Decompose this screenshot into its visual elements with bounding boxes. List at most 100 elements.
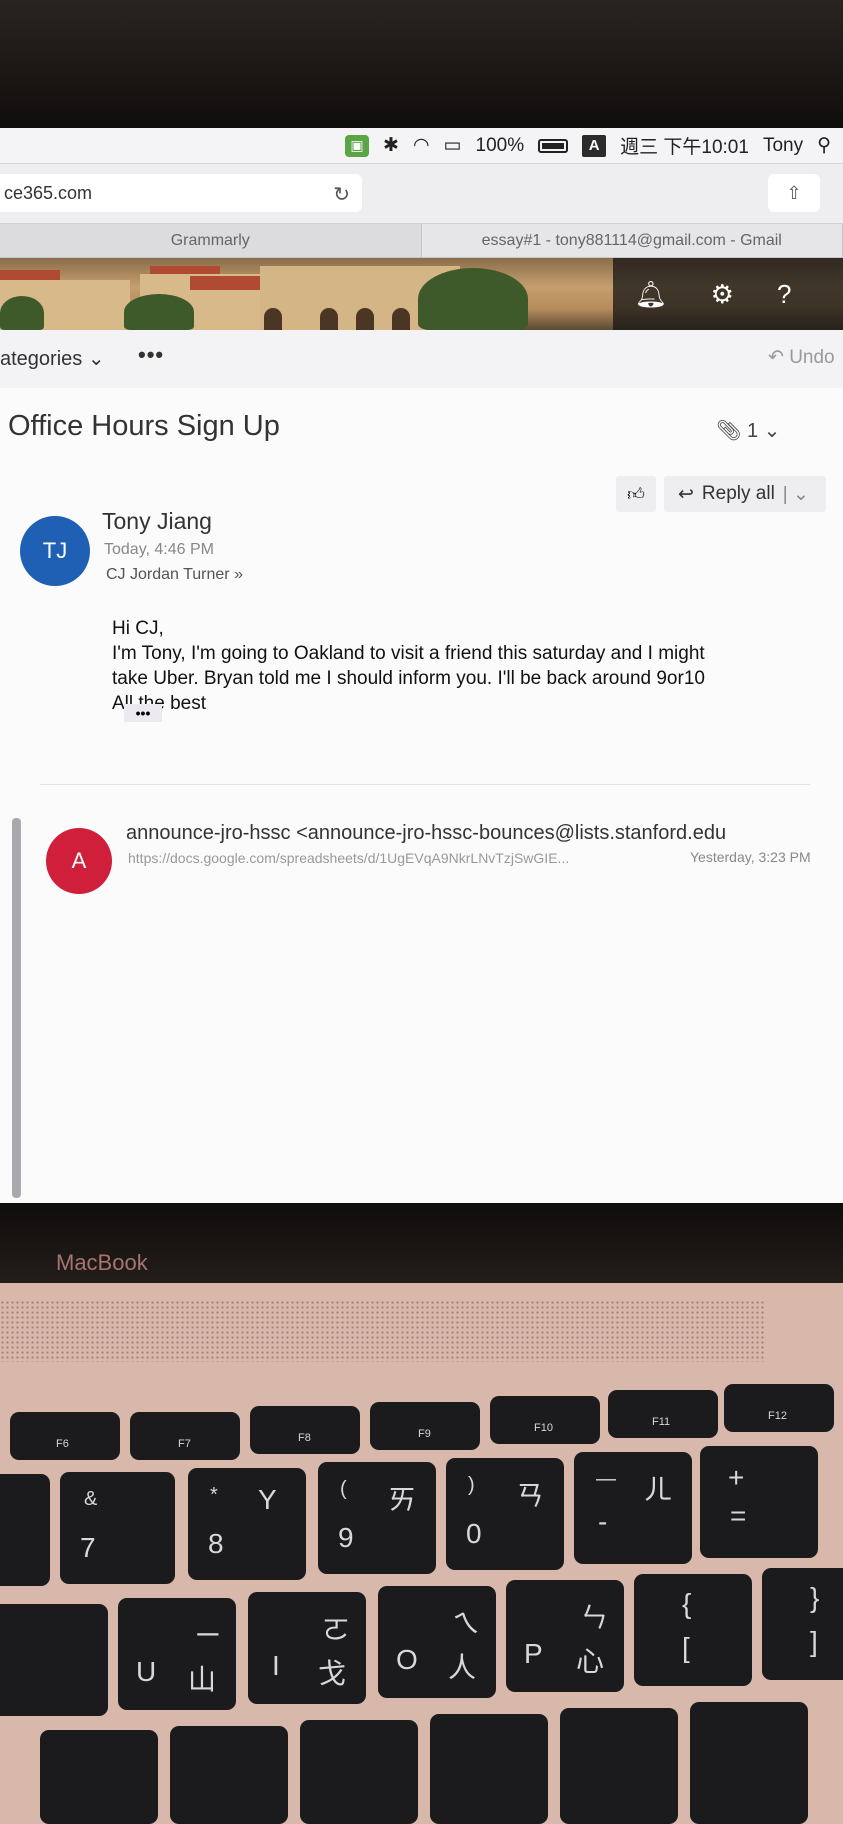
attachment-indicator[interactable]: 📎︎ 1 ⌄ [716,418,780,443]
key-semicolon[interactable] [560,1708,678,1824]
key-zhuyin-label: ㄣ [580,1602,609,1633]
input-source-icon[interactable]: A [582,134,607,157]
message-time: Today, 4:46 PM [104,541,214,558]
key-equals[interactable]: + = [700,1446,818,1558]
key-h[interactable] [40,1730,158,1824]
f10-key[interactable]: F10 [490,1396,600,1444]
menubar-clock[interactable]: 週三 下午10:01 [620,132,749,159]
more-actions-button[interactable]: ••• [138,342,164,368]
screen-bezel [0,0,843,130]
key-label: F10 [534,1422,553,1434]
bluetooth-icon[interactable]: ✱ [383,134,399,158]
sender-name[interactable]: Tony Jiang [102,508,212,535]
f9-key[interactable]: F9 [370,1402,480,1450]
chevron-down-icon: ⌄ [87,348,105,370]
key-label: - [598,1506,608,1537]
key-p[interactable]: P ㄣ心 [506,1580,624,1692]
battery-icon[interactable] [538,138,569,153]
tab-gmail[interactable]: essay#1 - tony881114@gmail.com - Gmail [421,224,843,257]
body-line: I'm Tony, I'm going to Oakland to visit … [112,643,705,664]
scrollbar[interactable] [12,818,21,1198]
key-7[interactable]: & 7 [60,1472,175,1584]
key-i[interactable]: I ㄛ戈 [248,1592,366,1704]
outlook-header-banner: 🔔︎ ⚙ ? [0,258,843,330]
browser-toolbar: ce365.com ↻ ⇧ [0,164,843,224]
key-shift-label: ) [468,1474,475,1496]
body-line: All the best [112,693,206,714]
key-label: O [396,1644,418,1675]
key-label: 8 [208,1528,224,1559]
key-6[interactable] [0,1474,50,1586]
key-j[interactable] [170,1726,288,1824]
key-label: F7 [178,1438,191,1450]
key-zhuyin-label: ㄢ [516,1480,545,1511]
mac-menubar: ▣ ✱ ◠ ▭ 100% A 週三 下午10:01 Tony ⚲ [0,128,843,164]
battery-percent[interactable]: 100% [476,135,525,157]
spotlight-search-icon[interactable]: ⚲ [817,134,831,158]
f6-key[interactable]: F6 [10,1412,120,1460]
collapsed-message-preview[interactable]: https://docs.google.com/spreadsheets/d/1… [128,850,569,866]
menubar-user[interactable]: Tony [763,135,803,157]
key-u[interactable]: U ㄧ山 [118,1598,236,1710]
key-right-bracket[interactable]: }] [762,1568,843,1680]
undo-icon: ↶ [768,347,784,368]
tab-grammarly[interactable]: Grammarly [0,224,422,257]
key-minus[interactable]: — - ㄦ [574,1452,692,1564]
undo-button[interactable]: ↶ Undo [768,346,835,369]
message-divider [40,784,810,785]
attachment-count: 1 [746,420,759,442]
key-8[interactable]: * 8 Y [188,1468,306,1580]
expand-recipients-icon: » [234,566,243,583]
key-quote[interactable] [690,1702,808,1824]
email-subject: Office Hours Sign Up [8,410,280,442]
key-y[interactable] [0,1604,108,1716]
wifi-icon[interactable]: ◠ [413,134,430,158]
bell-icon[interactable]: 🔔︎ [635,279,668,310]
f8-key[interactable]: F8 [250,1406,360,1454]
key-left-bracket[interactable]: {[ [634,1574,752,1686]
url-text: ce365.com [4,182,93,203]
gear-icon[interactable]: ⚙ [711,279,734,310]
key-k[interactable] [300,1720,418,1824]
reading-pane: Office Hours Sign Up 📎︎ 1 ⌄ TJ Tony Jian… [0,388,843,1203]
reload-icon[interactable]: ↻ [333,182,350,207]
help-icon[interactable]: ? [777,279,791,310]
laptop-brand: MacBook [56,1250,148,1275]
reply-all-button[interactable]: ↩ Reply all | ⌄ [664,476,826,512]
key-9[interactable]: (9 ㄞ [318,1462,436,1574]
paperclip-icon: 📎︎ [716,420,742,442]
share-button[interactable]: ⇧ [768,174,820,212]
key-zhuyin-label: ㄧ [194,1620,223,1651]
chevron-down-icon: ⌄ [763,420,781,442]
sender-avatar[interactable]: TJ [20,516,90,586]
key-0[interactable]: ) 0 ㄢ [446,1458,564,1570]
address-field[interactable]: ce365.com ↻ [0,174,362,212]
sender-avatar[interactable]: A [46,828,112,894]
key-shift-label: { [682,1588,692,1619]
key-label: F11 [652,1416,671,1428]
like-button[interactable]: 👍︎ [616,476,656,512]
categories-button[interactable]: ategories ⌄ [0,346,105,371]
key-label: 7 [80,1532,96,1563]
collapsed-message-sender[interactable]: announce-jro-hssc <announce-jro-hssc-bou… [126,822,726,845]
key-cangjie-label: 山 [188,1664,217,1695]
tab-bar: Grammarly essay#1 - tony881114@gmail.com… [0,224,843,258]
f7-key[interactable]: F7 [130,1412,240,1460]
key-shift-label: } [810,1582,820,1613]
key-label: 0 [466,1518,482,1549]
key-label: F12 [768,1410,787,1422]
key-zhuyin-label: ㄞ [388,1484,417,1515]
recipient[interactable]: CJ Jordan Turner » [106,566,243,584]
app-status-icon[interactable]: ▣ [345,134,370,157]
key-label: F6 [56,1438,69,1450]
airplay-icon[interactable]: ▭ [444,134,462,158]
f12-key[interactable]: F12 [724,1384,834,1432]
key-o[interactable]: O ㄟ人 [378,1586,496,1698]
key-l[interactable] [430,1714,548,1824]
f11-key[interactable]: F11 [608,1390,718,1438]
reply-options-chevron-icon[interactable]: | ⌄ [783,483,809,506]
undo-label: Undo [789,347,835,368]
command-bar: ategories ⌄ ••• ↶ Undo [0,330,843,388]
show-quoted-text-button[interactable]: ••• [124,704,162,722]
recipient-name: CJ Jordan Turner [106,566,230,583]
